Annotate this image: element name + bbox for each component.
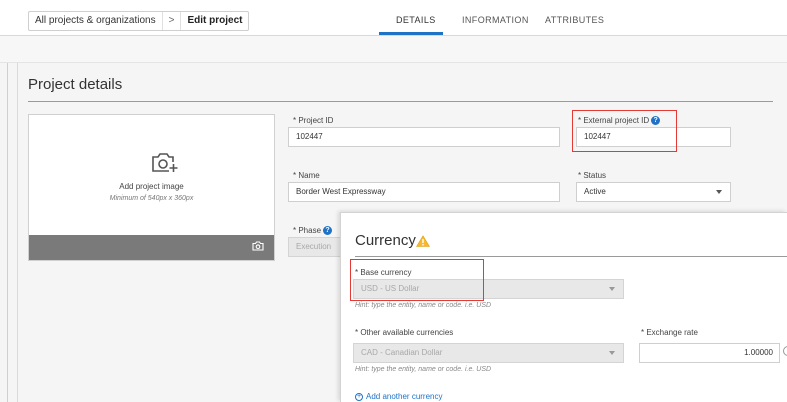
phase-label-text: * Phase — [293, 226, 322, 235]
exchange-rate-field[interactable]: 1.00000 — [639, 343, 780, 363]
add-photo-icon — [152, 153, 178, 173]
currency-divider — [355, 256, 787, 257]
camera-icon[interactable] — [252, 241, 264, 251]
active-tab-indicator — [379, 32, 443, 35]
name-label: * Name — [293, 171, 320, 180]
other-currencies-label: * Other available currencies — [355, 328, 454, 337]
left-divider-inner — [17, 63, 18, 402]
tab-information[interactable]: INFORMATION — [462, 15, 529, 25]
add-project-image-label: Add project image — [119, 182, 184, 191]
add-circle-icon: + — [355, 392, 363, 401]
currency-title: Currency — [355, 232, 416, 249]
phase-label: * Phase? — [293, 226, 333, 236]
tab-details[interactable]: DETAILS — [396, 15, 436, 25]
other-currencies-value: CAD - Canadian Dollar — [361, 348, 443, 357]
currency-panel: Currency * Base currency USD - US Dollar… — [340, 212, 787, 402]
image-action-bar — [29, 235, 274, 260]
breadcrumb-current: Edit project — [187, 15, 243, 26]
project-id-label: * Project ID — [293, 116, 334, 125]
breadcrumb-root-link[interactable]: All projects & organizations — [29, 12, 162, 30]
phase-field[interactable]: Execution — [288, 237, 348, 257]
info-icon — [783, 346, 787, 356]
toolbar-band — [0, 36, 787, 63]
image-size-hint: Minimum of 540px x 360px — [109, 195, 194, 202]
add-another-currency-link[interactable]: + Add another currency — [355, 392, 443, 401]
other-currencies-select[interactable]: CAD - Canadian Dollar — [353, 343, 624, 363]
project-id-field[interactable]: 102447 — [288, 127, 560, 147]
base-currency-hint: Hint: type the entity, name or code. i.e… — [355, 302, 492, 309]
add-another-currency-label: Add another currency — [366, 392, 443, 401]
warning-icon — [416, 235, 430, 247]
other-currencies-hint: Hint: type the entity, name or code. i.e… — [355, 366, 492, 373]
top-navigation-bar: All projects & organizations > Edit proj… — [0, 0, 787, 36]
name-field[interactable]: Border West Expressway — [288, 182, 560, 202]
highlight-base-currency — [350, 259, 484, 301]
project-image-dropzone[interactable]: Add project image Minimum of 540px x 360… — [28, 114, 275, 261]
status-label: * Status — [578, 171, 607, 180]
left-divider — [7, 63, 8, 402]
chevron-down-icon — [716, 190, 722, 194]
status-select[interactable]: Active — [576, 182, 731, 202]
section-divider — [28, 101, 773, 102]
breadcrumb-separator: > — [161, 12, 182, 30]
chevron-down-icon — [609, 351, 615, 355]
section-title-project-details: Project details — [28, 76, 123, 93]
breadcrumb: All projects & organizations > Edit proj… — [28, 11, 250, 31]
chevron-down-icon — [609, 287, 615, 291]
help-icon[interactable]: ? — [323, 226, 333, 236]
status-value: Active — [584, 187, 606, 196]
tab-attributes[interactable]: ATTRIBUTES — [545, 15, 604, 25]
exchange-rate-label: * Exchange rate — [641, 328, 698, 337]
highlight-external-project-id — [572, 110, 677, 152]
